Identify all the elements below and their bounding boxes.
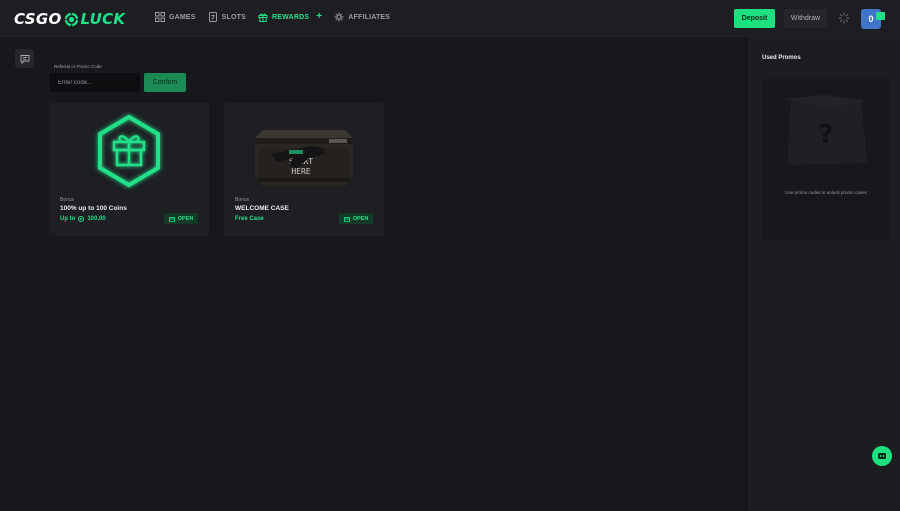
deposit-button[interactable]: Deposit (734, 9, 775, 28)
card-subtitle: Up to 100,00 (60, 216, 106, 222)
poker-chip-icon (63, 11, 79, 27)
card-title: WELCOME CASE (235, 205, 289, 212)
promo-code-label: Referral or Promo Code (54, 64, 102, 69)
chat-toggle-button[interactable] (15, 49, 34, 68)
used-promos-empty-state: ? Use promo codes to unlock promo cases (762, 79, 890, 240)
card-art: START HERE (224, 103, 384, 198)
support-chat-button[interactable] (872, 446, 892, 466)
coin-icon (78, 216, 85, 222)
slots-icon: 7 (208, 12, 217, 22)
nav-slots[interactable]: 7 SLOTS (208, 12, 246, 22)
svg-text:7: 7 (210, 15, 214, 22)
support-icon (878, 453, 886, 459)
nav-affiliates[interactable]: AFFILIATES (334, 12, 390, 22)
chat-icon (20, 54, 29, 64)
games-icon (155, 12, 165, 22)
card-subtitle-prefix: Up to (60, 216, 76, 222)
case-icon (343, 216, 350, 222)
nav-rewards-label: REWARDS (272, 13, 310, 21)
used-promos-panel: Used Promos ? Use promo codes to unlock … (749, 37, 900, 511)
confirm-button[interactable]: Confirm (144, 73, 186, 92)
card-category: Bonus (60, 197, 75, 203)
reward-card-bonus-coins[interactable]: Bonus 100% up to 100 Coins Up to 100,00 … (49, 103, 209, 236)
gift-icon (258, 13, 268, 22)
rewards-plus-icon: + (316, 11, 323, 22)
card-subtitle: Free Case (235, 216, 264, 222)
open-button[interactable]: OPEN (164, 213, 198, 224)
top-header: CSGO LUCK GAMES 7 SLOTS REWARDS + AFFILI… (0, 0, 900, 37)
promo-code-input[interactable] (50, 73, 140, 92)
open-button-label: OPEN (177, 215, 194, 222)
loading-spinner-icon (838, 12, 850, 24)
withdraw-button[interactable]: Withdraw (784, 9, 827, 28)
card-category: Bonus (235, 197, 250, 203)
affiliates-icon (334, 12, 344, 22)
open-button[interactable]: OPEN (339, 213, 373, 224)
question-mark: ? (818, 120, 833, 150)
card-subtitle-value: 100,00 (87, 216, 106, 222)
card-title: 100% up to 100 Coins (60, 205, 127, 212)
welcome-case-image: START HERE (255, 130, 353, 186)
gift-hexagon-icon (98, 114, 160, 187)
main-nav: GAMES 7 SLOTS REWARDS + AFFILIATES (155, 12, 390, 22)
balance-indicator (876, 12, 885, 20)
nav-games[interactable]: GAMES (155, 12, 196, 22)
brand-logo[interactable]: CSGO LUCK (14, 9, 125, 29)
nav-affiliates-label: AFFILIATES (348, 13, 391, 21)
card-art (49, 103, 209, 198)
brand-part1: CSGO (14, 10, 62, 28)
open-button-label: OPEN (352, 215, 369, 222)
reward-card-welcome-case[interactable]: START HERE Bonus WELCOME CASE Free Case … (224, 103, 384, 236)
nav-slots-label: SLOTS (221, 13, 247, 21)
used-promos-title: Used Promos (762, 55, 801, 61)
nav-games-label: GAMES (169, 13, 196, 21)
used-promos-empty-text: Use promo codes to unlock promo cases (785, 190, 867, 195)
mystery-case-icon: ? (785, 95, 867, 165)
case-text-here: HERE (291, 167, 310, 176)
case-icon (168, 216, 175, 222)
nav-rewards[interactable]: REWARDS + (258, 12, 322, 22)
brand-part2: LUCK (80, 10, 126, 28)
